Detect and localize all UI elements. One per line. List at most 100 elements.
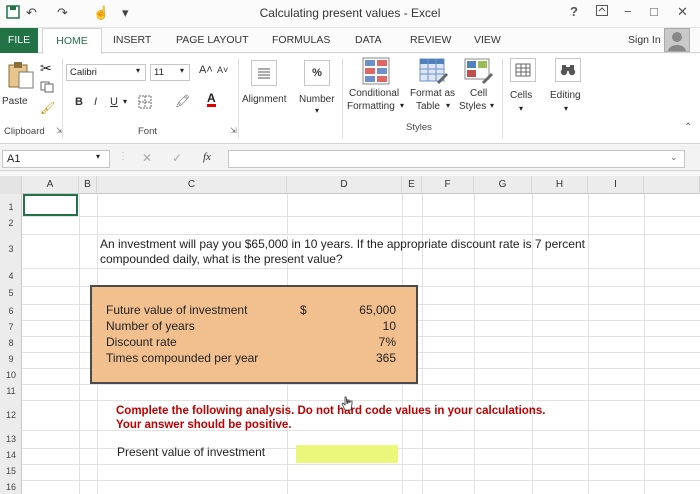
select-all-corner[interactable] [0, 176, 22, 194]
row-header[interactable]: 13 [0, 434, 22, 444]
cells-dropdown-icon[interactable]: ▾ [519, 104, 523, 113]
expand-formula-bar-icon[interactable]: ⌄ [670, 152, 678, 163]
styles-group-label: Styles [406, 122, 432, 133]
conditional-formatting-icon[interactable] [362, 57, 390, 90]
tab-data[interactable]: DATA [355, 34, 381, 46]
tab-review[interactable]: REVIEW [410, 34, 451, 46]
column-header[interactable]: C [97, 176, 287, 194]
enter-icon[interactable]: ✓ [172, 151, 182, 165]
alignment-button[interactable]: Alignment [242, 94, 286, 105]
format-as-table-dropdown-icon[interactable]: ▾ [446, 101, 450, 110]
fill-color-icon[interactable]: 🖍 [175, 94, 190, 108]
gridline [22, 480, 700, 481]
cell-styles-icon[interactable] [464, 56, 494, 91]
conditional-formatting-button[interactable]: Conditional [349, 88, 399, 99]
format-painter-icon[interactable]: 🖌 [40, 101, 55, 115]
paste-icon[interactable] [6, 60, 36, 95]
name-box[interactable]: A1 [2, 150, 110, 168]
underline-button[interactable]: U [110, 96, 118, 108]
tab-insert[interactable]: INSERT [113, 34, 151, 46]
font-launcher-icon[interactable]: ⇲ [230, 126, 237, 135]
selected-cell-a1[interactable] [23, 194, 78, 216]
input-value-compounding[interactable]: 365 [332, 351, 396, 365]
sign-in-link[interactable]: Sign In [628, 34, 661, 46]
conditional-formatting-dropdown-icon[interactable]: ▾ [400, 101, 404, 110]
row-header[interactable]: 15 [0, 466, 22, 476]
alignment-icon[interactable] [251, 60, 277, 86]
row-header[interactable]: 1 [0, 202, 22, 212]
borders-icon[interactable] [138, 95, 152, 114]
font-size-dropdown-icon[interactable]: ▾ [180, 66, 184, 75]
gridline [644, 194, 645, 494]
input-value-years[interactable]: 10 [332, 319, 396, 333]
row-header[interactable]: 11 [0, 386, 22, 396]
row-header[interactable]: 10 [0, 370, 22, 380]
tab-file[interactable]: FILE [0, 28, 38, 53]
row-header[interactable]: 8 [0, 338, 22, 348]
restore-icon[interactable]: □ [650, 4, 658, 19]
minimize-icon[interactable]: − [624, 4, 632, 19]
tab-view[interactable]: VIEW [474, 34, 501, 46]
user-avatar[interactable] [664, 28, 690, 52]
font-color-icon[interactable]: A [207, 92, 216, 107]
column-header[interactable]: G [474, 176, 532, 194]
format-as-table-icon[interactable] [419, 56, 449, 91]
cut-icon[interactable]: ✂ [40, 60, 52, 77]
font-name-field[interactable]: Calibri [66, 64, 146, 81]
row-header[interactable]: 14 [0, 450, 22, 460]
italic-button[interactable]: I [94, 96, 97, 108]
copy-icon[interactable] [40, 80, 54, 98]
number-dropdown-icon[interactable]: ▾ [315, 106, 319, 115]
row-header[interactable]: 3 [0, 244, 22, 254]
cells-button[interactable]: Cells [510, 90, 532, 101]
insert-function-icon[interactable]: fx [203, 151, 211, 163]
shrink-font-button[interactable]: A˅ [217, 65, 228, 75]
ribbon-display-options-icon[interactable] [596, 4, 608, 19]
row-header[interactable]: 4 [0, 271, 22, 281]
tab-formulas[interactable]: FORMULAS [272, 34, 330, 46]
binoculars-icon[interactable] [555, 58, 581, 82]
cancel-icon[interactable]: ✕ [142, 151, 152, 165]
row-header[interactable]: 5 [0, 288, 22, 298]
present-value-label: Present value of investment [117, 445, 266, 459]
column-header[interactable]: A [22, 176, 79, 194]
column-header[interactable]: I [588, 176, 644, 194]
tab-home[interactable]: HOME [42, 28, 102, 54]
input-value-discount-rate[interactable]: 7% [332, 335, 396, 349]
column-header[interactable]: D [287, 176, 402, 194]
column-header[interactable] [644, 176, 700, 194]
row-header[interactable]: 7 [0, 322, 22, 332]
font-name-dropdown-icon[interactable]: ▾ [136, 66, 140, 75]
cells-icon[interactable] [510, 58, 536, 82]
collapse-ribbon-icon[interactable]: ⌃ [684, 122, 692, 133]
column-header[interactable]: E [402, 176, 422, 194]
help-icon[interactable]: ? [570, 4, 578, 19]
gridline [79, 194, 80, 494]
cell-styles-dropdown-icon[interactable]: ▾ [490, 101, 494, 110]
row-header[interactable]: 16 [0, 482, 22, 492]
column-header[interactable]: B [79, 176, 97, 194]
format-as-table-button[interactable]: Format as [410, 88, 455, 99]
present-value-answer-cell[interactable] [296, 445, 398, 463]
formula-input[interactable] [228, 150, 685, 168]
row-header[interactable]: 6 [0, 306, 22, 316]
input-value-future-value[interactable]: 65,000 [332, 303, 396, 317]
tab-page-layout[interactable]: PAGE LAYOUT [176, 34, 249, 46]
grow-font-button[interactable]: A˄ [199, 64, 213, 76]
column-header[interactable]: F [422, 176, 474, 194]
underline-dropdown-icon[interactable]: ▾ [123, 97, 127, 106]
name-box-dropdown-icon[interactable]: ▾ [96, 152, 100, 161]
close-icon[interactable]: ✕ [677, 4, 688, 20]
paste-button[interactable]: Paste [2, 96, 28, 107]
number-button[interactable]: Number [299, 94, 335, 105]
editing-dropdown-icon[interactable]: ▾ [564, 104, 568, 113]
bold-button[interactable]: B [75, 96, 83, 108]
column-header[interactable]: H [532, 176, 588, 194]
row-header[interactable]: 2 [0, 218, 22, 228]
window-title: Calculating present values - Excel [259, 6, 441, 20]
cell-styles-button[interactable]: Cell [470, 88, 487, 99]
row-header[interactable]: 9 [0, 354, 22, 364]
editing-button[interactable]: Editing [550, 90, 581, 101]
percent-button[interactable]: % [304, 60, 330, 86]
row-header[interactable]: 12 [0, 410, 22, 420]
